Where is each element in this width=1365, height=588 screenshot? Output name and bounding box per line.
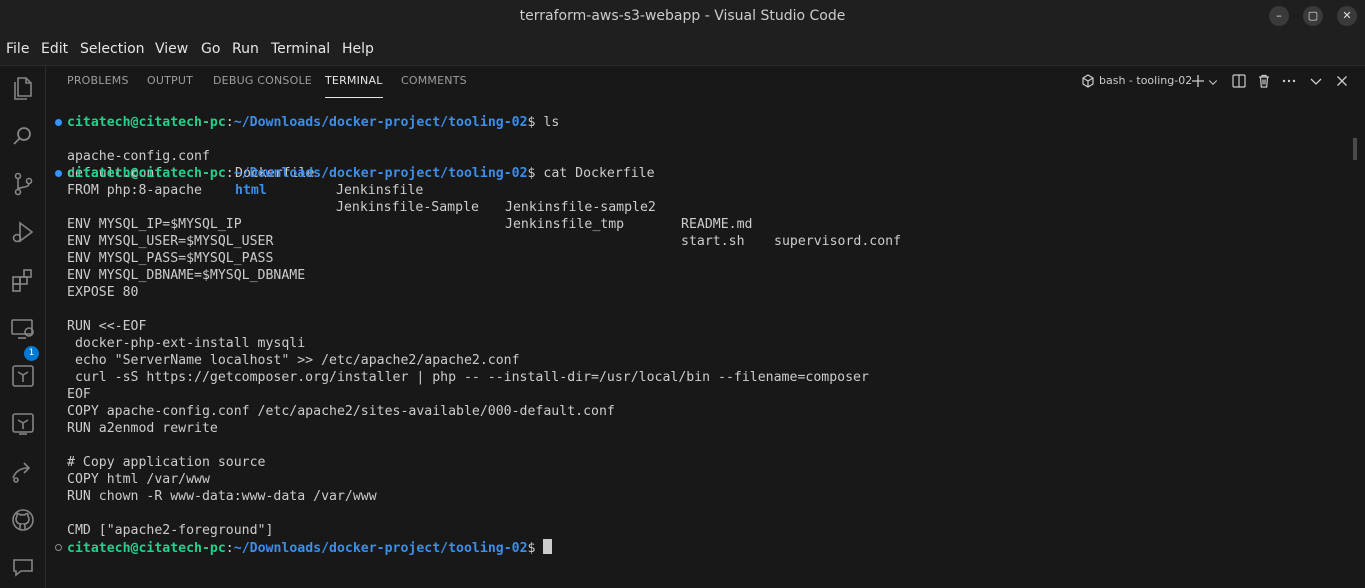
scrollbar-thumb[interactable] — [1353, 138, 1357, 160]
close-panel-icon[interactable] — [1334, 73, 1350, 91]
maximize-panel-icon[interactable] — [1308, 73, 1324, 91]
ls-entry: README.md — [681, 217, 753, 232]
output-line: ENV MYSQL_DBNAME=$MYSQL_DBNAME — [67, 268, 306, 283]
ls-entry-directory: html — [235, 183, 267, 198]
activity-bar: 1 — [0, 66, 46, 588]
output-line: echo "ServerName localhost" >> /etc/apac… — [67, 353, 520, 368]
menu-file[interactable]: File — [6, 32, 29, 66]
output-line: RUN <<-EOF — [67, 319, 147, 334]
ls-output-row: apache-config.conf Dockerfile Jenkinsfil… — [67, 131, 1267, 249]
more-actions-icon[interactable] — [1281, 73, 1297, 91]
terraform-cloud-icon[interactable] — [9, 410, 37, 438]
ls-entry: Jenkinsfile-Sample — [336, 200, 479, 215]
tab-comments[interactable]: COMMENTS — [401, 66, 467, 98]
output-line: FROM php:8-apache — [67, 183, 202, 198]
search-icon[interactable] — [9, 122, 37, 150]
prompt-user: citatech@citatech-pc — [67, 115, 226, 130]
terminal-cursor — [543, 539, 553, 554]
prompt-line: citatech@citatech-pc:~/Downloads/docker-… — [67, 166, 655, 181]
ls-entry: Jenkinsfile — [336, 183, 424, 198]
terraform-icon[interactable] — [9, 362, 37, 390]
output-line: EXPOSE 80 — [67, 285, 139, 300]
menu-terminal[interactable]: Terminal — [271, 32, 330, 66]
terminal-shell-icon — [1080, 73, 1096, 91]
prompt-line: citatech@citatech-pc:~/Downloads/docker-… — [67, 115, 560, 130]
tab-output[interactable]: OUTPUT — [147, 66, 193, 98]
output-line: docker-php-ext-install mysqli — [67, 336, 306, 351]
ls-entry: Jenkinsfile-sample2 — [505, 200, 656, 215]
command-text: cat Dockerfile — [543, 166, 655, 181]
prompt-path: ~/Downloads/docker-project/tooling-02 — [233, 115, 528, 130]
menu-selection[interactable]: Selection — [80, 32, 145, 66]
chevron-down-icon[interactable] — [1207, 73, 1219, 91]
output-line: # Copy application source — [67, 455, 266, 470]
prompt-path: ~/Downloads/docker-project/tooling-02 — [233, 166, 528, 181]
title-bar: terraform-aws-s3-webapp - Visual Studio … — [0, 0, 1365, 32]
menu-help[interactable]: Help — [342, 32, 374, 66]
terminal-name[interactable]: bash - tooling-02 — [1099, 66, 1192, 98]
run-debug-icon[interactable] — [9, 218, 37, 246]
command-success-marker[interactable] — [55, 119, 62, 126]
output-line: COPY apache-config.conf /etc/apache2/sit… — [67, 404, 615, 419]
new-terminal-icon[interactable] — [1190, 73, 1206, 91]
output-line: ENV MYSQL_IP=$MYSQL_IP — [67, 217, 242, 232]
trash-icon[interactable] — [1256, 73, 1272, 91]
output-line: curl -sS https://getcomposer.org/install… — [67, 370, 869, 385]
ls-output-row: default.conf html Jenkinsfile-Sample Jen… — [67, 148, 1267, 249]
split-terminal-icon[interactable] — [1231, 73, 1247, 91]
ls-entry: Jenkinsfile_tmp — [505, 217, 625, 232]
terminal[interactable]: citatech@citatech-pc:~/Downloads/docker-… — [47, 98, 1349, 588]
output-line: COPY html /var/www — [67, 472, 210, 487]
command-text: ls — [543, 115, 560, 130]
maximize-button[interactable]: ▢ — [1303, 6, 1323, 26]
menu-edit[interactable]: Edit — [41, 32, 68, 66]
github-icon[interactable] — [9, 506, 37, 534]
menu-view[interactable]: View — [155, 32, 188, 66]
extensions-icon[interactable] — [9, 266, 37, 294]
menu-go[interactable]: Go — [201, 32, 220, 66]
window-title: terraform-aws-s3-webapp - Visual Studio … — [519, 8, 846, 24]
explorer-icon[interactable] — [9, 74, 37, 102]
tab-debug-console[interactable]: DEBUG CONSOLE — [213, 66, 312, 98]
extensions-badge: 1 — [24, 346, 39, 361]
output-line: EOF — [67, 387, 91, 402]
source-control-icon[interactable] — [9, 170, 37, 198]
prompt-path: ~/Downloads/docker-project/tooling-02 — [233, 541, 528, 556]
output-line: ENV MYSQL_USER=$MYSQL_USER — [67, 234, 274, 249]
prompt-line: citatech@citatech-pc:~/Downloads/docker-… — [67, 539, 553, 556]
ls-entry: supervisord.conf — [774, 234, 902, 249]
output-line: ENV MYSQL_PASS=$MYSQL_PASS — [67, 251, 274, 266]
menu-run[interactable]: Run — [232, 32, 259, 66]
prompt-user: citatech@citatech-pc — [67, 541, 226, 556]
remote-explorer-icon[interactable] — [9, 314, 37, 342]
minimize-button[interactable]: – — [1269, 6, 1289, 26]
close-window-button[interactable]: ✕ — [1337, 6, 1357, 26]
output-line: CMD ["apache2-foreground"] — [67, 523, 274, 538]
output-line: RUN a2enmod rewrite — [67, 421, 218, 436]
share-icon[interactable] — [9, 458, 37, 486]
terminal-scrollbar[interactable] — [1349, 98, 1365, 588]
menu-bar: File Edit Selection View Go Run Terminal… — [0, 32, 1365, 66]
tab-problems[interactable]: PROBLEMS — [67, 66, 129, 98]
comments-icon[interactable] — [9, 554, 37, 582]
prompt-user: citatech@citatech-pc — [67, 166, 226, 181]
tab-terminal[interactable]: TERMINAL — [325, 66, 383, 98]
command-pending-marker[interactable] — [55, 544, 62, 551]
ls-entry: start.sh — [681, 234, 745, 249]
output-line: RUN chown -R www-data:www-data /var/www — [67, 489, 377, 504]
panel-header: PROBLEMS OUTPUT DEBUG CONSOLE TERMINAL C… — [47, 66, 1365, 98]
command-success-marker[interactable] — [55, 170, 62, 177]
